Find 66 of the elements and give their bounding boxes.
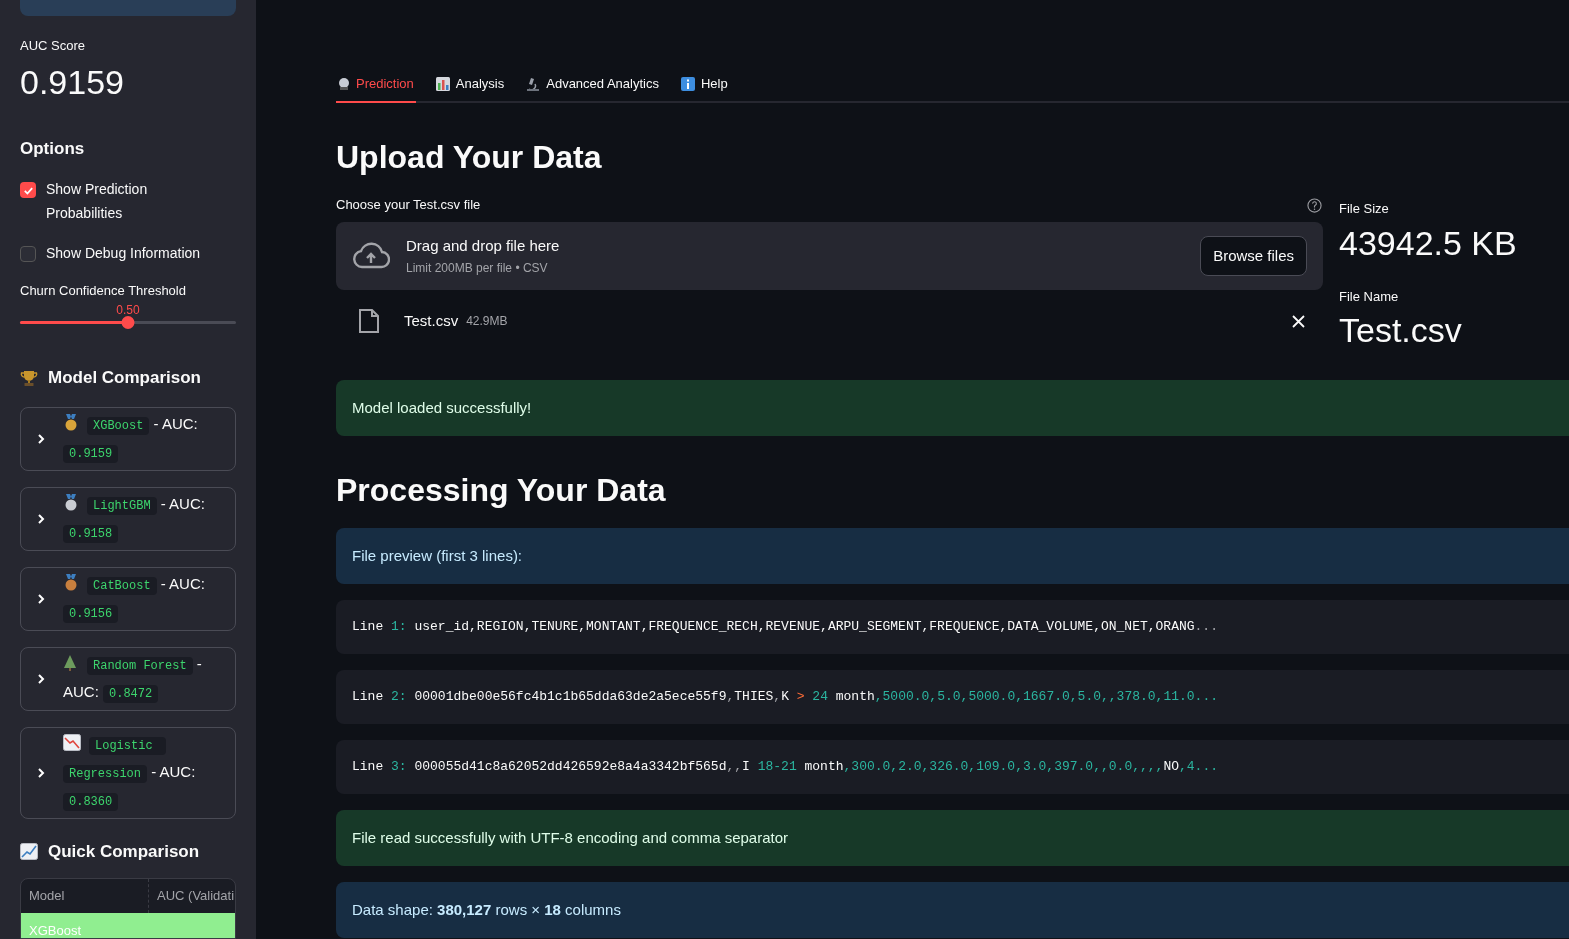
chevron-icon [37, 432, 45, 445]
info-message: File preview (first 3 lines): [336, 528, 1569, 584]
file-name: Test.csv [404, 310, 459, 331]
metric-label: AUC Score [20, 37, 87, 56]
metric-label: File Name [1339, 287, 1400, 306]
checkbox[interactable] [20, 182, 36, 199]
medal-icon [63, 413, 79, 431]
file-size: 42.9MB [466, 313, 509, 330]
model-expander[interactable]: Random Forest - AUC: 0.8472 [20, 646, 236, 711]
model-title: CatBoost - AUC: 0.9156 [63, 570, 223, 627]
chart-increasing-icon [20, 842, 38, 860]
success-message: File read successfully with UTF-8 encoding and comma separator [336, 810, 1569, 866]
table-cell-text: XGBoost [28, 922, 83, 938]
section-heading: Quick Comparison [48, 840, 200, 863]
close-icon[interactable] [1292, 314, 1305, 328]
chevron-icon [37, 512, 45, 525]
checkbox-label[interactable]: Show Debug Information [46, 241, 216, 266]
model-title: Logistic Regression - AUC: 0.8360 [63, 730, 223, 815]
checkbox[interactable] [20, 246, 36, 263]
microscope-icon [526, 76, 541, 91]
success-message: Model loaded successfully! [336, 380, 1569, 436]
medal-icon [63, 493, 79, 511]
tree-icon [63, 654, 77, 671]
field-label: Choose your Test.csv file [336, 196, 481, 215]
model-expander[interactable]: XGBoost - AUC: 0.9159 [20, 406, 236, 471]
metric-value: Test.csv [1339, 310, 1463, 351]
browse-files-button[interactable]: Browse files [1200, 236, 1307, 276]
model-expander[interactable]: Logistic Regression - AUC: 0.8360 [20, 726, 236, 819]
section-heading: Processing Your Data [336, 471, 667, 510]
file-icon [358, 308, 380, 334]
metric-label: File Size [1339, 200, 1390, 218]
info-message: Data shape: 380,127 rows × 18 columns [336, 882, 1569, 938]
crystal-ball-icon [338, 76, 350, 91]
model-title: LightGBM - AUC: 0.9158 [63, 490, 223, 547]
trophy-icon [20, 368, 38, 387]
model-title: XGBoost - AUC: 0.9159 [63, 410, 223, 467]
column-header: AUC (Validati [156, 887, 235, 906]
tab[interactable]: Prediction [336, 64, 416, 103]
dropzone-title: Drag and drop file here [406, 235, 561, 256]
slider-value: 0.50 [116, 301, 140, 319]
slider-thumb[interactable] [121, 315, 135, 329]
help-icon[interactable] [1307, 197, 1322, 213]
chevron-icon [37, 766, 45, 779]
medal-icon [63, 573, 79, 591]
slider-label: Churn Confidence Threshold [20, 282, 187, 301]
metric-value: 0.9159 [20, 61, 125, 103]
tab[interactable]: Analysis [433, 64, 507, 103]
threshold-slider[interactable] [20, 315, 236, 329]
chevron-icon [37, 672, 45, 685]
dropzone-hint: Limit 200MB per file • CSV [406, 260, 549, 278]
chart-decreasing-icon [63, 733, 81, 751]
checkbox-label[interactable]: Show Prediction Probabilities [46, 177, 216, 226]
info-icon [680, 76, 695, 91]
model-expander[interactable]: LightGBM - AUC: 0.9158 [20, 486, 236, 551]
metric-value: 43942.5 KB [1339, 222, 1517, 264]
model-title: Random Forest - AUC: 0.8472 [63, 653, 203, 705]
chevron-icon [37, 592, 45, 605]
tab[interactable]: Help [678, 64, 730, 103]
model-expander[interactable]: CatBoost - AUC: 0.9156 [20, 566, 236, 631]
file-dropzone[interactable]: Drag and drop file here Limit 200MB per file • CSV Browse files [336, 222, 1323, 290]
cloud-upload-icon [352, 242, 390, 270]
section-heading: Options [20, 137, 86, 160]
page-heading: Upload Your Data [336, 138, 603, 177]
tab[interactable]: Advanced Analytics [524, 64, 661, 103]
section-heading: Model Comparison [48, 367, 201, 390]
bar-chart-icon [435, 76, 450, 91]
